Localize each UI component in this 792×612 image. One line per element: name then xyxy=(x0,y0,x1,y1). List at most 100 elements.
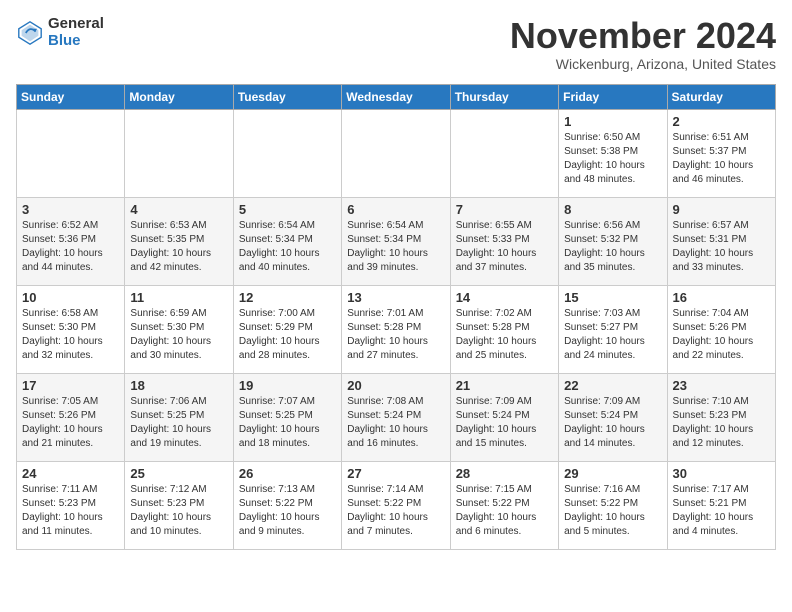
day-number: 23 xyxy=(673,378,770,393)
day-number: 7 xyxy=(456,202,553,217)
week-row-5: 24Sunrise: 7:11 AM Sunset: 5:23 PM Dayli… xyxy=(17,461,776,549)
day-number: 12 xyxy=(239,290,336,305)
calendar-cell: 25 Sunrise: 7:12 AM Sunset: 5:23 PM Dayli… xyxy=(125,461,233,549)
calendar-cell xyxy=(125,109,233,197)
day-info: Sunrise: 7:13 AM Sunset: 5:22 PM Dayligh… xyxy=(239,483,336,539)
day-info: Sunrise: 6:59 AM Sunset: 5:30 PM Dayligh… xyxy=(130,307,227,363)
days-header-row: SundayMondayTuesdayWednesdayThursdayFrid… xyxy=(17,84,776,109)
calendar-cell: 27 Sunrise: 7:14 AM Sunset: 5:22 PM Dayli… xyxy=(342,461,450,549)
day-number: 15 xyxy=(564,290,661,305)
day-number: 8 xyxy=(564,202,661,217)
day-number: 26 xyxy=(239,466,336,481)
day-info: Sunrise: 6:53 AM Sunset: 5:35 PM Dayligh… xyxy=(130,219,227,275)
calendar-cell: 6 Sunrise: 6:54 AM Sunset: 5:34 PM Daylig… xyxy=(342,197,450,285)
calendar-cell: 17 Sunrise: 7:05 AM Sunset: 5:26 PM Dayli… xyxy=(17,373,125,461)
day-header-tuesday: Tuesday xyxy=(233,84,341,109)
day-number: 25 xyxy=(130,466,227,481)
logo-text: General Blue xyxy=(48,16,104,49)
calendar-cell: 10 Sunrise: 6:58 AM Sunset: 5:30 PM Dayli… xyxy=(17,285,125,373)
day-number: 27 xyxy=(347,466,444,481)
week-row-1: 1 Sunrise: 6:50 AM Sunset: 5:38 PM Daylig… xyxy=(17,109,776,197)
week-row-2: 3 Sunrise: 6:52 AM Sunset: 5:36 PM Daylig… xyxy=(17,197,776,285)
calendar-cell: 14Sunrise: 7:02 AM Sunset: 5:28 PM Dayli… xyxy=(450,285,558,373)
day-info: Sunrise: 6:54 AM Sunset: 5:34 PM Dayligh… xyxy=(347,219,444,275)
week-row-4: 17 Sunrise: 7:05 AM Sunset: 5:26 PM Dayli… xyxy=(17,373,776,461)
day-info: Sunrise: 7:12 AM Sunset: 5:23 PM Dayligh… xyxy=(130,483,227,539)
day-number: 9 xyxy=(673,202,770,217)
day-info: Sunrise: 7:05 AM Sunset: 5:26 PM Dayligh… xyxy=(22,395,119,451)
day-number: 4 xyxy=(130,202,227,217)
day-number: 17 xyxy=(22,378,119,393)
day-info: Sunrise: 7:00 AM Sunset: 5:29 PM Dayligh… xyxy=(239,307,336,363)
day-number: 6 xyxy=(347,202,444,217)
calendar-cell xyxy=(342,109,450,197)
logo-icon xyxy=(16,19,44,47)
day-info: Sunrise: 6:57 AM Sunset: 5:31 PM Dayligh… xyxy=(673,219,770,275)
logo-blue-text: Blue xyxy=(48,33,104,50)
day-info: Sunrise: 7:06 AM Sunset: 5:25 PM Dayligh… xyxy=(130,395,227,451)
calendar-cell: 21 Sunrise: 7:09 AM Sunset: 5:24 PM Dayli… xyxy=(450,373,558,461)
calendar-cell: 16 Sunrise: 7:04 AM Sunset: 5:26 PM Dayli… xyxy=(667,285,775,373)
day-number: 29 xyxy=(564,466,661,481)
calendar-cell: 29Sunrise: 7:16 AM Sunset: 5:22 PM Dayli… xyxy=(559,461,667,549)
calendar-cell: 28Sunrise: 7:15 AM Sunset: 5:22 PM Dayli… xyxy=(450,461,558,549)
day-header-wednesday: Wednesday xyxy=(342,84,450,109)
day-info: Sunrise: 6:50 AM Sunset: 5:38 PM Dayligh… xyxy=(564,131,661,187)
day-info: Sunrise: 7:04 AM Sunset: 5:26 PM Dayligh… xyxy=(673,307,770,363)
day-info: Sunrise: 7:02 AM Sunset: 5:28 PM Dayligh… xyxy=(456,307,553,363)
day-number: 16 xyxy=(673,290,770,305)
calendar-cell: 5 Sunrise: 6:54 AM Sunset: 5:34 PM Daylig… xyxy=(233,197,341,285)
calendar-cell: 8 Sunrise: 6:56 AM Sunset: 5:32 PM Daylig… xyxy=(559,197,667,285)
day-number: 5 xyxy=(239,202,336,217)
calendar-cell: 12 Sunrise: 7:00 AM Sunset: 5:29 PM Dayli… xyxy=(233,285,341,373)
month-title: November 2024 xyxy=(510,16,776,56)
calendar-cell: 9 Sunrise: 6:57 AM Sunset: 5:31 PM Daylig… xyxy=(667,197,775,285)
day-info: Sunrise: 6:58 AM Sunset: 5:30 PM Dayligh… xyxy=(22,307,119,363)
day-info: Sunrise: 6:54 AM Sunset: 5:34 PM Dayligh… xyxy=(239,219,336,275)
day-info: Sunrise: 7:15 AM Sunset: 5:22 PM Dayligh… xyxy=(456,483,553,539)
day-info: Sunrise: 7:14 AM Sunset: 5:22 PM Dayligh… xyxy=(347,483,444,539)
week-row-3: 10 Sunrise: 6:58 AM Sunset: 5:30 PM Dayli… xyxy=(17,285,776,373)
calendar-cell: 15Sunrise: 7:03 AM Sunset: 5:27 PM Dayli… xyxy=(559,285,667,373)
day-number: 18 xyxy=(130,378,227,393)
day-number: 21 xyxy=(456,378,553,393)
calendar-cell: 4 Sunrise: 6:53 AM Sunset: 5:35 PM Daylig… xyxy=(125,197,233,285)
day-info: Sunrise: 7:17 AM Sunset: 5:21 PM Dayligh… xyxy=(673,483,770,539)
day-number: 20 xyxy=(347,378,444,393)
day-number: 30 xyxy=(673,466,770,481)
day-number: 19 xyxy=(239,378,336,393)
calendar-cell: 23 Sunrise: 7:10 AM Sunset: 5:23 PM Dayli… xyxy=(667,373,775,461)
calendar-cell: 2 Sunrise: 6:51 AM Sunset: 5:37 PM Daylig… xyxy=(667,109,775,197)
day-info: Sunrise: 7:10 AM Sunset: 5:23 PM Dayligh… xyxy=(673,395,770,451)
calendar-cell: 22Sunrise: 7:09 AM Sunset: 5:24 PM Dayli… xyxy=(559,373,667,461)
calendar-cell: 30 Sunrise: 7:17 AM Sunset: 5:21 PM Dayli… xyxy=(667,461,775,549)
calendar-cell: 18 Sunrise: 7:06 AM Sunset: 5:25 PM Dayli… xyxy=(125,373,233,461)
day-header-monday: Monday xyxy=(125,84,233,109)
day-header-thursday: Thursday xyxy=(450,84,558,109)
day-number: 3 xyxy=(22,202,119,217)
day-info: Sunrise: 7:08 AM Sunset: 5:24 PM Dayligh… xyxy=(347,395,444,451)
day-info: Sunrise: 6:52 AM Sunset: 5:36 PM Dayligh… xyxy=(22,219,119,275)
day-number: 2 xyxy=(673,114,770,129)
calendar-cell: 7Sunrise: 6:55 AM Sunset: 5:33 PM Daylig… xyxy=(450,197,558,285)
calendar-cell xyxy=(450,109,558,197)
calendar-cell: 13Sunrise: 7:01 AM Sunset: 5:28 PM Dayli… xyxy=(342,285,450,373)
calendar-cell: 24Sunrise: 7:11 AM Sunset: 5:23 PM Dayli… xyxy=(17,461,125,549)
day-info: Sunrise: 7:11 AM Sunset: 5:23 PM Dayligh… xyxy=(22,483,119,539)
day-info: Sunrise: 6:56 AM Sunset: 5:32 PM Dayligh… xyxy=(564,219,661,275)
logo: General Blue xyxy=(16,16,104,49)
day-info: Sunrise: 7:01 AM Sunset: 5:28 PM Dayligh… xyxy=(347,307,444,363)
calendar-cell xyxy=(17,109,125,197)
day-header-sunday: Sunday xyxy=(17,84,125,109)
title-block: November 2024 Wickenburg, Arizona, Unite… xyxy=(510,16,776,72)
day-info: Sunrise: 6:51 AM Sunset: 5:37 PM Dayligh… xyxy=(673,131,770,187)
calendar-table: SundayMondayTuesdayWednesdayThursdayFrid… xyxy=(16,84,776,550)
day-info: Sunrise: 7:09 AM Sunset: 5:24 PM Dayligh… xyxy=(564,395,661,451)
calendar-cell: 20 Sunrise: 7:08 AM Sunset: 5:24 PM Dayli… xyxy=(342,373,450,461)
location-text: Wickenburg, Arizona, United States xyxy=(510,56,776,72)
day-info: Sunrise: 7:09 AM Sunset: 5:24 PM Dayligh… xyxy=(456,395,553,451)
day-number: 10 xyxy=(22,290,119,305)
day-number: 1 xyxy=(564,114,661,129)
calendar-cell: 26 Sunrise: 7:13 AM Sunset: 5:22 PM Dayli… xyxy=(233,461,341,549)
calendar-cell: 3 Sunrise: 6:52 AM Sunset: 5:36 PM Daylig… xyxy=(17,197,125,285)
